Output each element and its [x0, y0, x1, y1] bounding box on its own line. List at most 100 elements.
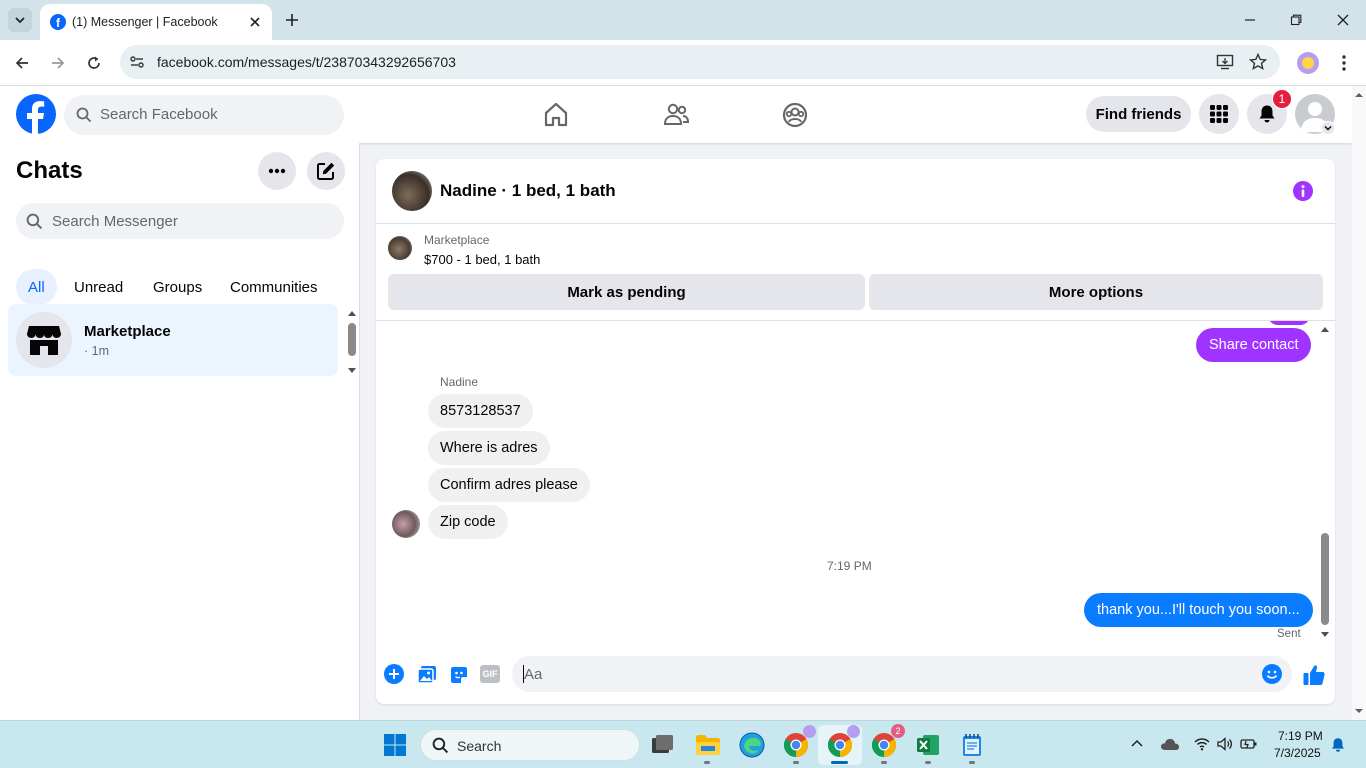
outgoing-message[interactable]: thank you...I'll touch you soon...	[1084, 593, 1313, 627]
search-icon	[76, 107, 92, 123]
notification-bell-icon[interactable]	[1330, 737, 1346, 753]
thread-scrollbar[interactable]	[1318, 321, 1332, 643]
filter-groups[interactable]: Groups	[141, 269, 214, 305]
contact-avatar[interactable]	[392, 171, 432, 211]
mark-as-pending-button[interactable]: Mark as pending	[388, 274, 865, 310]
incoming-message-text: 8573128537	[440, 403, 521, 419]
chrome-profile-2-icon[interactable]	[824, 725, 860, 761]
gif-icon[interactable]: GIF	[480, 665, 500, 683]
account-chevron-down-icon[interactable]	[1321, 121, 1335, 135]
compose-icon	[317, 162, 335, 180]
chat-list-scrollbar[interactable]	[346, 306, 358, 374]
groups-nav-icon[interactable]	[781, 101, 809, 129]
more-options-button[interactable]: More options	[869, 274, 1323, 310]
incoming-message-text: Where is adres	[440, 440, 538, 456]
filter-all-label: All	[28, 278, 45, 296]
excel-icon[interactable]	[912, 729, 944, 761]
minimize-window-icon[interactable]	[1238, 8, 1262, 32]
filter-all[interactable]: All	[16, 269, 57, 305]
wifi-icon[interactable]	[1194, 737, 1210, 751]
volume-icon[interactable]	[1217, 737, 1233, 751]
windows-taskbar: Search 2 7:19 PM 7/3/2025	[0, 720, 1366, 768]
facebook-logo-icon[interactable]	[16, 94, 56, 134]
attach-photo-icon[interactable]	[416, 664, 438, 686]
sent-status: Sent	[1277, 628, 1301, 640]
restore-window-icon[interactable]	[1284, 8, 1308, 32]
message-timestamp: 7:19 PM	[827, 559, 872, 573]
search-icon	[26, 213, 43, 230]
message-input[interactable]: Aa	[512, 656, 1292, 692]
conversation-info-icon[interactable]	[1293, 181, 1313, 201]
filter-unread-label: Unread	[74, 278, 124, 296]
browser-tab-active[interactable]: f (1) Messenger | Facebook	[40, 4, 272, 40]
clock-time[interactable]: 7:19 PM	[1278, 729, 1323, 743]
sender-avatar[interactable]	[392, 510, 420, 538]
friends-nav-icon[interactable]	[662, 101, 690, 129]
task-view-icon[interactable]	[646, 729, 678, 761]
chat-preview: · 1m	[84, 344, 109, 358]
windows-start-icon[interactable]	[379, 729, 411, 761]
facebook-search-box[interactable]: Search Facebook	[64, 95, 344, 135]
tab-search-dropdown-icon[interactable]	[8, 8, 32, 32]
filter-communities[interactable]: Communities	[218, 269, 330, 305]
notepad-icon[interactable]	[956, 729, 988, 761]
active-app-indicator	[831, 761, 848, 764]
conversation-title[interactable]: Nadine · 1 bed, 1 bath	[440, 181, 616, 201]
find-friends-button[interactable]: Find friends	[1086, 96, 1191, 132]
new-message-button[interactable]	[307, 152, 345, 190]
chat-list-item[interactable]: Marketplace · 1m	[8, 304, 338, 376]
install-app-icon[interactable]	[1216, 53, 1234, 71]
incoming-message[interactable]: 8573128537	[428, 394, 533, 428]
file-explorer-icon[interactable]	[692, 729, 724, 761]
page-scrollbar[interactable]	[1352, 86, 1366, 720]
notification-badge: 1	[1272, 89, 1292, 109]
edge-icon[interactable]	[736, 729, 768, 761]
taskbar-search-label: Search	[457, 738, 502, 754]
facebook-top-nav: Search Facebook Find friends 1	[0, 86, 1352, 143]
bell-icon	[1259, 105, 1275, 123]
more-actions-icon[interactable]	[384, 664, 404, 684]
sticker-icon[interactable]	[448, 664, 470, 686]
conversation-panel: Nadine · 1 bed, 1 bath Marketplace $700 …	[376, 159, 1335, 704]
chrome-profile-3-icon[interactable]: 2	[868, 724, 905, 761]
url-text: facebook.com/messages/t/2387034329265670…	[157, 54, 456, 70]
listing-thumbnail[interactable]	[388, 236, 412, 260]
close-window-icon[interactable]	[1331, 8, 1355, 32]
clock-date[interactable]: 7/3/2025	[1274, 746, 1321, 760]
taskbar-search-box[interactable]: Search	[420, 729, 640, 761]
new-tab-icon[interactable]	[280, 8, 304, 32]
bookmark-star-icon[interactable]	[1249, 53, 1267, 71]
browser-menu-icon[interactable]	[1332, 51, 1356, 75]
previous-message-fragment	[1268, 321, 1310, 325]
incoming-message[interactable]: Where is adres	[428, 431, 550, 465]
mark-as-pending-label: Mark as pending	[567, 283, 686, 301]
browser-toolbar: facebook.com/messages/t/2387034329265670…	[0, 40, 1366, 86]
profile-avatar-icon[interactable]	[1297, 52, 1319, 74]
share-contact-bubble[interactable]: Share contact	[1196, 328, 1312, 362]
menu-grid-button[interactable]	[1199, 94, 1239, 134]
filter-unread[interactable]: Unread	[62, 269, 135, 305]
chrome-profile-1-icon[interactable]	[780, 725, 816, 761]
listing-title[interactable]: $700 - 1 bed, 1 bath	[424, 252, 540, 267]
search-messenger-box[interactable]: Search Messenger	[16, 203, 344, 239]
thumbs-up-icon[interactable]	[1302, 663, 1326, 687]
address-bar[interactable]: facebook.com/messages/t/2387034329265670…	[120, 45, 1280, 79]
onedrive-icon[interactable]	[1160, 737, 1180, 751]
back-arrow-icon[interactable]	[10, 51, 34, 75]
reload-icon[interactable]	[82, 51, 106, 75]
home-nav-icon[interactable]	[542, 101, 570, 129]
search-messenger-placeholder: Search Messenger	[52, 213, 178, 230]
show-hidden-icons-chevron-up-icon[interactable]	[1130, 738, 1144, 748]
battery-icon[interactable]	[1240, 738, 1258, 750]
forward-arrow-icon[interactable]	[46, 51, 70, 75]
listing-label: Marketplace	[424, 233, 490, 247]
search-icon	[432, 737, 449, 754]
chats-options-button[interactable]	[258, 152, 296, 190]
emoji-icon[interactable]	[1262, 664, 1282, 684]
incoming-message[interactable]: Confirm adres please	[428, 468, 590, 502]
marketplace-avatar	[16, 312, 72, 368]
filter-communities-label: Communities	[230, 278, 318, 296]
close-tab-icon[interactable]	[246, 13, 264, 31]
site-info-icon[interactable]	[128, 53, 146, 71]
incoming-message[interactable]: Zip code	[428, 505, 508, 539]
